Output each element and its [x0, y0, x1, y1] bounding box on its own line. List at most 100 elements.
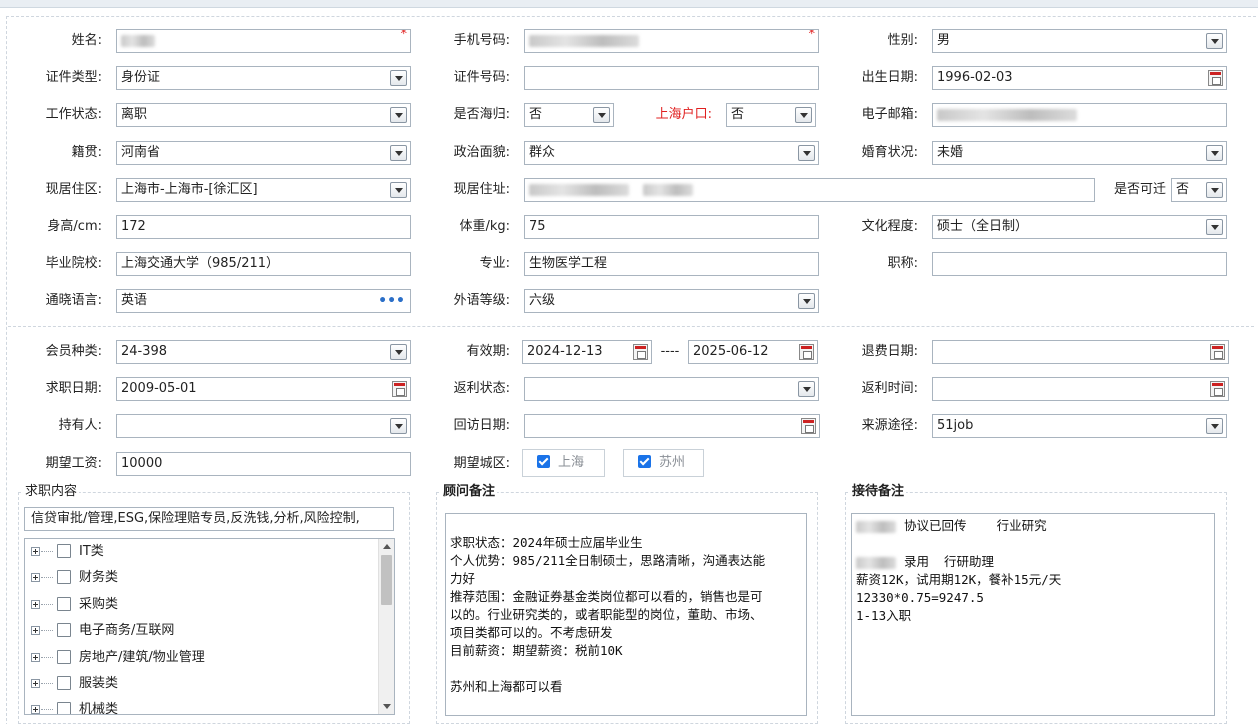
rebate-status-select[interactable] — [524, 377, 819, 401]
tree-connector — [41, 604, 53, 605]
chevron-down-icon[interactable] — [390, 182, 407, 198]
checkbox-icon[interactable] — [57, 650, 71, 664]
member-type-value: 24-398 — [121, 344, 168, 359]
calendar-icon[interactable] — [1208, 70, 1223, 86]
chevron-down-icon[interactable] — [390, 107, 407, 123]
expected-salary-field[interactable]: 10000 — [116, 452, 411, 476]
chevron-down-icon[interactable] — [390, 344, 407, 360]
gender-select[interactable]: 男 — [932, 29, 1227, 53]
redacted-value — [856, 556, 896, 569]
calendar-icon[interactable] — [801, 418, 816, 434]
job-search-date-field[interactable]: 2009-05-01 — [116, 377, 411, 401]
language-level-select[interactable]: 六级 — [524, 289, 819, 313]
chevron-down-icon[interactable] — [1206, 182, 1223, 198]
chevron-down-icon[interactable] — [390, 418, 407, 434]
expand-icon[interactable] — [31, 626, 40, 635]
calendar-icon[interactable] — [799, 344, 814, 360]
school-field[interactable]: 上海交通大学（985/211） — [116, 252, 411, 276]
checkbox-icon[interactable] — [57, 623, 71, 637]
note-line — [856, 535, 1210, 553]
overseas-return-label: 是否海归: — [453, 107, 510, 122]
chevron-down-icon[interactable] — [798, 145, 815, 161]
checkbox-icon[interactable] — [57, 597, 71, 611]
more-options-icon[interactable]: ••• — [378, 290, 405, 312]
checkbox-icon[interactable] — [57, 570, 71, 584]
chevron-down-icon[interactable] — [390, 70, 407, 86]
chevron-down-icon[interactable] — [1206, 219, 1223, 235]
calendar-icon[interactable] — [633, 344, 648, 360]
overseas-return-select[interactable]: 否 — [524, 103, 614, 127]
job-content-selected-field[interactable]: 信贷审批/管理,ESG,保险理赔专员,反洗钱,分析,风险控制, — [24, 507, 394, 531]
city-option-shanghai[interactable]: 上海 — [522, 449, 605, 477]
calendar-icon[interactable] — [392, 381, 407, 397]
scroll-down-icon[interactable] — [383, 704, 391, 709]
chevron-down-icon[interactable] — [1206, 418, 1223, 434]
phone-field[interactable]: * — [524, 29, 819, 53]
political-status-select[interactable]: 群众 — [524, 141, 819, 165]
checkbox-icon[interactable] — [57, 702, 71, 714]
residence-area-select[interactable]: 上海市-上海市-[徐汇区] — [116, 178, 411, 202]
validity-end-field[interactable]: 2025-06-12 — [688, 340, 818, 364]
chevron-down-icon[interactable] — [798, 381, 815, 397]
chevron-down-icon[interactable] — [1206, 33, 1223, 49]
native-place-select[interactable]: 河南省 — [116, 141, 411, 165]
name-field[interactable]: * — [116, 29, 411, 53]
shanghai-hukou-select[interactable]: 否 — [726, 103, 816, 127]
residence-address-field[interactable] — [524, 178, 1095, 202]
chevron-down-icon[interactable] — [795, 107, 812, 123]
scrollbar-thumb[interactable] — [381, 555, 392, 605]
revisit-date-field[interactable] — [524, 414, 820, 438]
job-category-tree[interactable]: IT类 财务类 采购类 电子商务/互联网 房地产/建筑/物业管理 服装类 机械类 — [24, 538, 395, 715]
holder-select[interactable] — [116, 414, 411, 438]
checkbox-icon[interactable] — [57, 676, 71, 690]
calendar-icon[interactable] — [1210, 344, 1225, 360]
member-type-select[interactable]: 24-398 — [116, 340, 411, 364]
title-field[interactable] — [932, 252, 1227, 276]
residence-address-label: 现居住址: — [453, 182, 510, 197]
expand-icon[interactable] — [31, 573, 40, 582]
chevron-down-icon[interactable] — [1206, 145, 1223, 161]
expand-icon[interactable] — [31, 547, 40, 556]
language-level-label: 外语等级: — [453, 293, 510, 308]
major-field[interactable]: 生物医学工程 — [524, 252, 819, 276]
birth-date-field[interactable]: 1996-02-03 — [932, 66, 1227, 90]
city-label: 上海 — [558, 455, 585, 470]
id-number-field[interactable] — [524, 66, 819, 90]
calendar-icon[interactable] — [1210, 381, 1225, 397]
checkbox-checked-icon[interactable] — [537, 455, 550, 468]
refund-date-field[interactable] — [932, 340, 1229, 364]
relocatable-value: 否 — [1176, 182, 1190, 197]
chevron-down-icon[interactable] — [798, 293, 815, 309]
education-select[interactable]: 硕士（全日制） — [932, 215, 1227, 239]
expand-icon[interactable] — [31, 600, 40, 609]
note-line: 推荐范围：金融证券基金类岗位都可以看的，销售也是可 — [450, 589, 763, 604]
chevron-down-icon[interactable] — [593, 107, 610, 123]
reception-notes-textarea[interactable]: 协议已回传 行业研究 录用 行研助理 薪资12K，试用期12K，餐补15元/天 123… — [851, 513, 1215, 716]
height-field[interactable]: 172 — [116, 215, 411, 239]
scroll-up-icon[interactable] — [383, 544, 391, 549]
tree-scrollbar[interactable] — [378, 539, 394, 714]
city-option-suzhou[interactable]: 苏州 — [623, 449, 704, 477]
checkbox-icon[interactable] — [57, 544, 71, 558]
checkbox-checked-icon[interactable] — [638, 455, 651, 468]
rebate-time-field[interactable] — [932, 377, 1229, 401]
weight-field[interactable]: 75 — [524, 215, 819, 239]
consultant-notes-textarea[interactable]: 求职状态：2024年硕士应届毕业生 个人优势：985/211全日制硕士，思路清晰，… — [445, 513, 807, 716]
validity-start-field[interactable]: 2024-12-13 — [522, 340, 652, 364]
expand-icon[interactable] — [31, 653, 40, 662]
redacted-value — [856, 520, 896, 533]
chevron-down-icon[interactable] — [390, 145, 407, 161]
source-select[interactable]: 51job — [932, 414, 1227, 438]
id-type-select[interactable]: 身份证 — [116, 66, 411, 90]
expand-icon[interactable] — [31, 679, 40, 688]
major-label: 专业: — [479, 256, 510, 271]
political-status-value: 群众 — [529, 145, 556, 160]
languages-field[interactable]: 英语 ••• — [116, 289, 411, 313]
tree-connector — [41, 683, 53, 684]
expand-icon[interactable] — [31, 705, 40, 714]
email-field[interactable] — [932, 103, 1227, 127]
marital-status-select[interactable]: 未婚 — [932, 141, 1227, 165]
work-status-select[interactable]: 离职 — [116, 103, 411, 127]
top-bar — [0, 0, 1258, 8]
relocatable-select[interactable]: 否 — [1171, 178, 1227, 202]
